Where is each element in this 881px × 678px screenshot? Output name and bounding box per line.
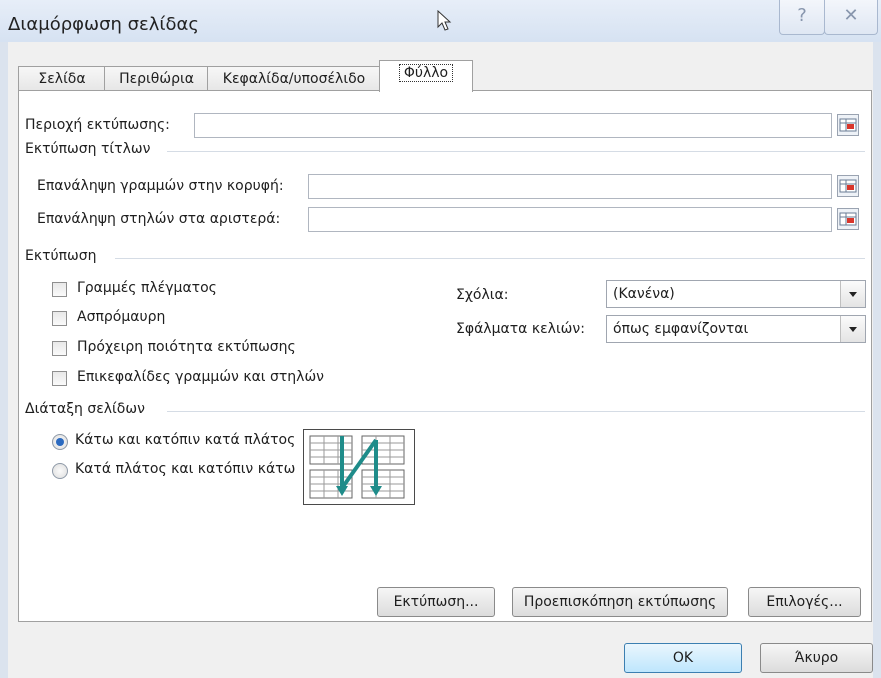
row-col-headings-checkbox[interactable] xyxy=(52,371,67,386)
title-bar: Διαμόρφωση σελίδας ? ✕ xyxy=(0,0,881,42)
repeat-cols-input[interactable] xyxy=(308,207,832,232)
sheet-panel: Περιοχή εκτύπωσης: Εκτύπωση τίτλων Επανά… xyxy=(18,90,872,622)
over-then-down-radio[interactable] xyxy=(52,463,68,479)
page-order-section: Διάταξη σελίδων xyxy=(25,401,145,417)
print-area-input[interactable] xyxy=(194,113,832,138)
range-picker-icon xyxy=(839,212,857,226)
tab-header-footer[interactable]: Κεφαλίδα/υποσέλιδο xyxy=(207,66,381,91)
tab-page[interactable]: Σελίδα xyxy=(18,66,106,91)
tab-sheet[interactable]: Φύλλο xyxy=(379,60,473,92)
print-preview-button[interactable]: Προεπισκόπηση εκτύπωσης xyxy=(512,587,728,617)
left-frame xyxy=(0,42,8,678)
tab-margins[interactable]: Περιθώρια xyxy=(104,66,209,91)
ok-button[interactable]: OK xyxy=(624,643,742,673)
cancel-button[interactable]: Άκυρο xyxy=(760,643,873,673)
page-order-divider xyxy=(167,411,865,412)
close-button[interactable]: ✕ xyxy=(824,0,878,35)
help-icon: ? xyxy=(797,5,807,26)
window-title: Διαμόρφωση σελίδας xyxy=(8,14,199,35)
comments-value: (Κανένα) xyxy=(613,286,675,302)
repeat-rows-label: Επανάληψη γραμμών στην κορυφή: xyxy=(37,178,284,194)
print-area-label: Περιοχή εκτύπωσης: xyxy=(25,117,170,133)
comments-select[interactable]: (Κανένα) xyxy=(606,280,866,308)
repeat-cols-label: Επανάληψη στηλών στα αριστερά: xyxy=(37,211,281,227)
help-button[interactable]: ? xyxy=(779,0,825,35)
chevron-down-icon[interactable] xyxy=(840,281,865,307)
range-picker-icon xyxy=(839,179,857,193)
chevron-down-icon[interactable] xyxy=(840,316,865,342)
cell-errors-label: Σφάλματα κελιών: xyxy=(456,321,585,337)
right-frame xyxy=(873,42,881,678)
print-titles-divider xyxy=(167,151,865,152)
print-section: Εκτύπωση xyxy=(25,248,97,264)
down-then-over-label: Κάτω και κατόπιν κατά πλάτος xyxy=(75,432,296,448)
over-then-down-label: Κατά πλάτος και κατόπιν κάτω xyxy=(75,461,296,477)
options-button[interactable]: Επιλογές... xyxy=(748,587,861,617)
repeat-cols-picker-button[interactable] xyxy=(837,208,859,230)
black-white-label: Ασπρόμαυρη xyxy=(77,309,166,325)
draft-quality-checkbox[interactable] xyxy=(52,341,67,356)
print-titles-section: Εκτύπωση τίτλων xyxy=(25,141,151,157)
comments-label: Σχόλια: xyxy=(456,287,509,303)
gridlines-checkbox[interactable] xyxy=(52,282,67,297)
print-divider xyxy=(115,258,865,259)
gridlines-label: Γραμμές πλέγματος xyxy=(77,280,217,296)
repeat-rows-input[interactable] xyxy=(308,174,832,199)
print-area-picker-button[interactable] xyxy=(837,114,859,136)
print-button[interactable]: Εκτύπωση... xyxy=(377,587,495,617)
page-order-preview xyxy=(303,429,415,505)
mouse-cursor-icon xyxy=(437,10,452,31)
row-col-headings-label: Επικεφαλίδες γραμμών και στηλών xyxy=(77,369,324,385)
repeat-rows-picker-button[interactable] xyxy=(837,175,859,197)
close-icon: ✕ xyxy=(843,5,859,26)
cell-errors-select[interactable]: όπως εμφανίζονται xyxy=(606,315,866,343)
cell-errors-value: όπως εμφανίζονται xyxy=(613,321,749,337)
page-order-diagram-icon xyxy=(309,435,405,499)
down-then-over-radio[interactable] xyxy=(52,434,68,450)
range-picker-icon xyxy=(839,118,857,132)
black-white-checkbox[interactable] xyxy=(52,311,67,326)
draft-quality-label: Πρόχειρη ποιότητα εκτύπωσης xyxy=(77,339,296,355)
